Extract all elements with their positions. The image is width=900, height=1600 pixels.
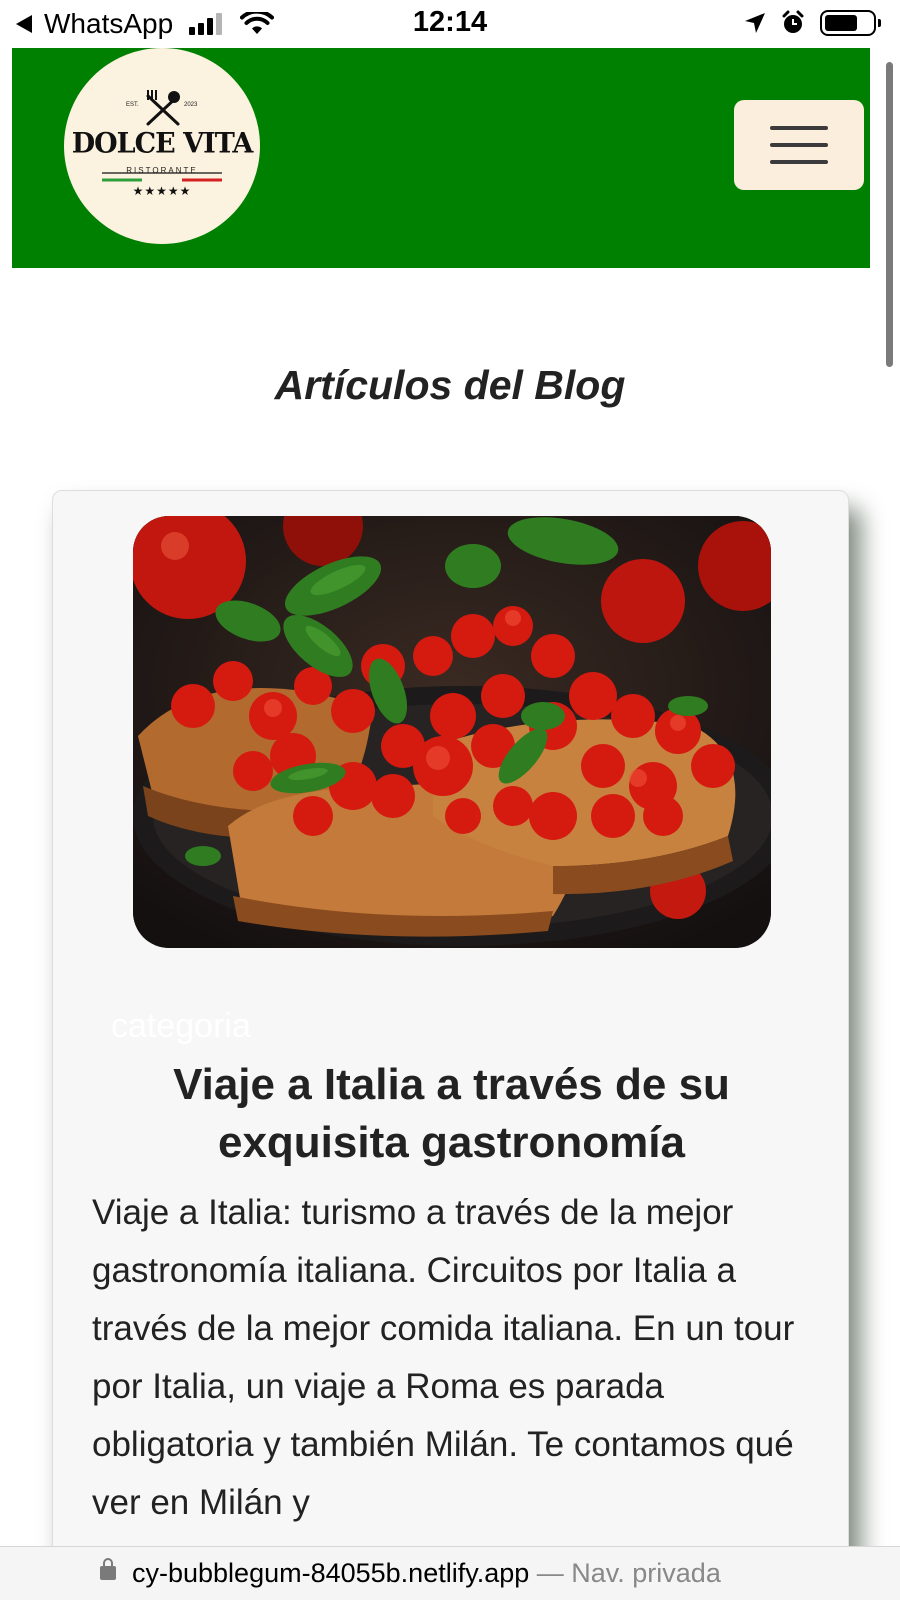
lock-icon xyxy=(100,1558,116,1580)
article-excerpt: Viaje a Italia: turismo a través de la m… xyxy=(92,1193,795,1522)
article-title[interactable]: Viaje a Italia a través de su exquisita … xyxy=(83,1056,820,1172)
menu-toggle-button[interactable] xyxy=(734,100,864,190)
restaurant-logo[interactable]: EST. 2023 DOLCE VITA RISTORANTE ★★★★★ xyxy=(64,48,260,244)
status-bar: WhatsApp 12:14 xyxy=(0,0,900,48)
logo-title: DOLCE VITA xyxy=(71,127,254,160)
article-image[interactable] xyxy=(133,516,771,948)
bruschetta-photo xyxy=(133,516,771,948)
private-mode-label: — Nav. privada xyxy=(529,1558,721,1588)
site-header: EST. 2023 DOLCE VITA RISTORANTE ★★★★★ xyxy=(12,48,870,268)
blog-heading: Artículos del Blog xyxy=(274,362,626,408)
logo-subtitle: RISTORANTE xyxy=(126,166,198,175)
url-display[interactable]: cy-bubblegum-84055b.netlify.app — Nav. p… xyxy=(132,1558,721,1589)
logo-year: 2023 xyxy=(184,102,198,108)
status-right xyxy=(744,10,881,36)
logo-stars: ★★★★★ xyxy=(132,184,192,198)
page-scrollbar[interactable] xyxy=(886,62,893,367)
battery-icon xyxy=(820,10,881,36)
url-host: cy-bubblegum-84055b.netlify.app xyxy=(132,1558,530,1588)
location-arrow-icon xyxy=(745,13,765,33)
battery-level xyxy=(825,15,858,31)
alarm-icon xyxy=(782,10,804,33)
article-category[interactable]: categoria xyxy=(111,1007,251,1046)
logo-est: EST. xyxy=(126,102,139,108)
blog-article-card[interactable]: categoria Viaje a Italia a través de su … xyxy=(52,490,849,1600)
browser-url-bar[interactable]: cy-bubblegum-84055b.netlify.app — Nav. p… xyxy=(0,1546,900,1600)
